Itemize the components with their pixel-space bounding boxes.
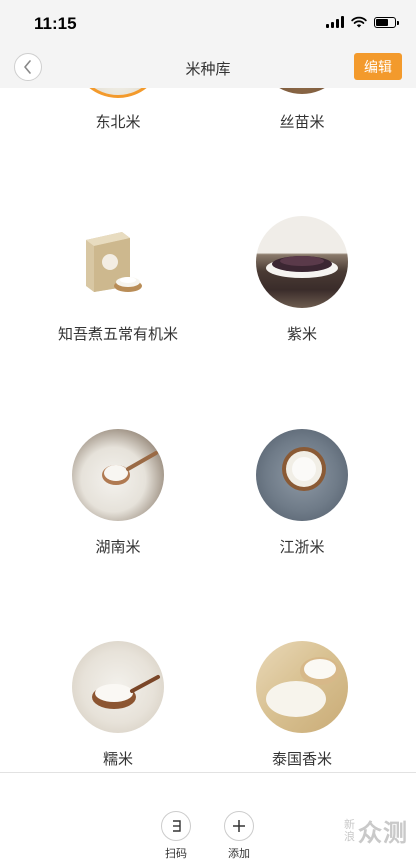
rice-image: [256, 429, 348, 521]
rice-item-dongbei[interactable]: 东北米: [28, 88, 208, 148]
add-label: 添加: [228, 848, 250, 860]
bottom-toolbar: 扫码 添加 新浪 众测: [0, 772, 416, 864]
wifi-icon: [351, 16, 367, 28]
signal-icon: [326, 16, 344, 28]
rice-name: 知吾煮五常有机米: [57, 326, 178, 343]
rice-image: [256, 88, 348, 94]
plus-icon: [233, 820, 245, 832]
watermark: 新浪 众测: [343, 813, 408, 848]
rice-image: [256, 216, 348, 308]
battery-icon: [374, 16, 399, 28]
status-time: 11:15: [34, 14, 77, 33]
rice-item-zimi[interactable]: 紫米: [212, 216, 392, 366]
rice-name: 糯米: [102, 751, 133, 768]
nav-bar: 米种库 编辑: [0, 46, 416, 88]
scan-icon: [173, 820, 181, 832]
rice-name: 东北米: [95, 114, 141, 131]
rice-name: 丝苗米: [279, 114, 325, 131]
rice-image: [72, 641, 164, 733]
rice-image: [72, 88, 164, 98]
edit-button[interactable]: 编辑: [354, 53, 402, 80]
rice-item-nuomi[interactable]: 糯米: [28, 641, 208, 772]
rice-item-taiguo[interactable]: 泰国香米: [212, 641, 392, 772]
rice-item-jiangzhe[interactable]: 江浙米: [212, 429, 392, 579]
status-bar: 11:15: [0, 0, 416, 46]
rice-item-hunan[interactable]: 湖南米: [28, 429, 208, 579]
rice-image: [256, 641, 348, 733]
add-button[interactable]: 添加: [219, 811, 259, 861]
rice-name: 泰国香米: [271, 751, 332, 768]
scan-label: 扫码: [165, 848, 187, 860]
rice-name: 湖南米: [95, 539, 141, 556]
scan-button[interactable]: 扫码: [156, 811, 196, 861]
watermark-small-text: 新浪: [344, 818, 355, 843]
rice-name: 紫米: [286, 326, 317, 343]
rice-variety-grid: 东北米 丝苗米 知吾煮五常有机米 紫米 湖南米 江浙米 糯米 泰国香米: [0, 88, 416, 772]
rice-item-simiao[interactable]: 丝苗米: [212, 88, 392, 148]
rice-item-zhiwuzhu[interactable]: 知吾煮五常有机米: [28, 216, 208, 366]
rice-image: [72, 429, 164, 521]
rice-name: 江浙米: [279, 539, 325, 556]
watermark-big-text: 众测: [358, 820, 408, 847]
rice-image: [72, 216, 164, 308]
